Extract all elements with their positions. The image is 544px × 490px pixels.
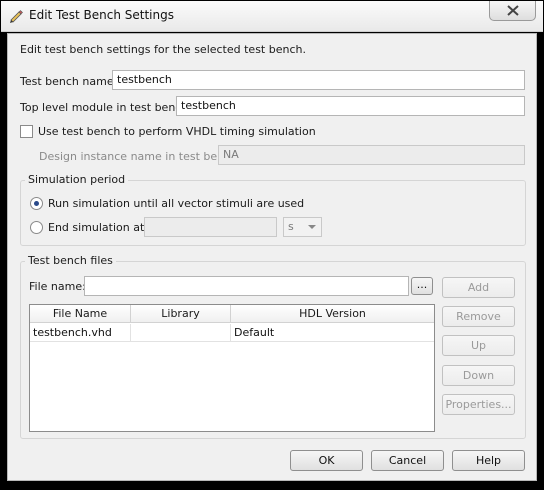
simulation-period-title: Simulation period (25, 173, 129, 186)
table-row[interactable]: testbench.vhd Default (30, 324, 434, 342)
run-all-radio[interactable] (30, 197, 43, 210)
time-unit-value: s (288, 220, 294, 233)
test-bench-files-title: Test bench files (25, 254, 116, 267)
remove-button[interactable]: Remove (442, 306, 515, 327)
column-header-library[interactable]: Library (131, 305, 231, 323)
window-title: Edit Test Bench Settings (29, 8, 174, 22)
cancel-button[interactable]: Cancel (371, 450, 444, 471)
vhdl-timing-label: Use test bench to perform VHDL timing si… (38, 125, 316, 138)
column-header-hdl-version[interactable]: HDL Version (231, 305, 434, 323)
column-header-file-name[interactable]: File Name (30, 305, 131, 323)
end-at-input[interactable] (144, 217, 277, 237)
test-bench-name-input[interactable]: testbench (112, 70, 525, 90)
close-icon (507, 5, 519, 16)
chevron-down-icon (308, 225, 316, 229)
add-button[interactable]: Add (442, 277, 515, 298)
table-header: File Name Library HDL Version (30, 305, 434, 323)
top-level-module-label: Top level module in test bench: (20, 101, 193, 114)
up-button[interactable]: Up (442, 335, 515, 356)
top-level-module-input[interactable]: testbench (176, 96, 525, 116)
cell-library (131, 324, 231, 342)
file-name-label: File name: (29, 280, 86, 293)
cell-hdl-version: Default (234, 326, 275, 339)
time-unit-select[interactable]: s (283, 217, 322, 237)
pencil-icon (8, 8, 24, 24)
end-at-radio[interactable] (30, 221, 43, 234)
properties-button[interactable]: Properties... (442, 394, 515, 415)
end-at-label: End simulation at: (48, 221, 148, 234)
file-name-input[interactable] (84, 276, 409, 296)
down-button[interactable]: Down (442, 365, 515, 386)
intro-text: Edit test bench settings for the selecte… (20, 43, 306, 56)
dialog-body: Edit test bench settings for the selecte… (7, 33, 537, 481)
help-button[interactable]: Help (452, 450, 525, 471)
ok-button[interactable]: OK (290, 450, 363, 471)
dialog-window: Edit Test Bench Settings Edit test bench… (1, 1, 543, 489)
design-instance-input[interactable]: NA (218, 145, 525, 165)
close-button[interactable] (489, 1, 536, 21)
run-all-label: Run simulation until all vector stimuli … (48, 197, 305, 210)
design-instance-label: Design instance name in test bench: (39, 150, 241, 163)
files-table[interactable]: File Name Library HDL Version testbench.… (29, 304, 435, 432)
title-bar[interactable]: Edit Test Bench Settings (1, 1, 543, 32)
vhdl-timing-checkbox[interactable] (20, 125, 33, 138)
test-bench-name-label: Test bench name: (20, 75, 118, 88)
cell-file-name: testbench.vhd (30, 324, 131, 342)
browse-button[interactable]: ... (411, 277, 433, 295)
